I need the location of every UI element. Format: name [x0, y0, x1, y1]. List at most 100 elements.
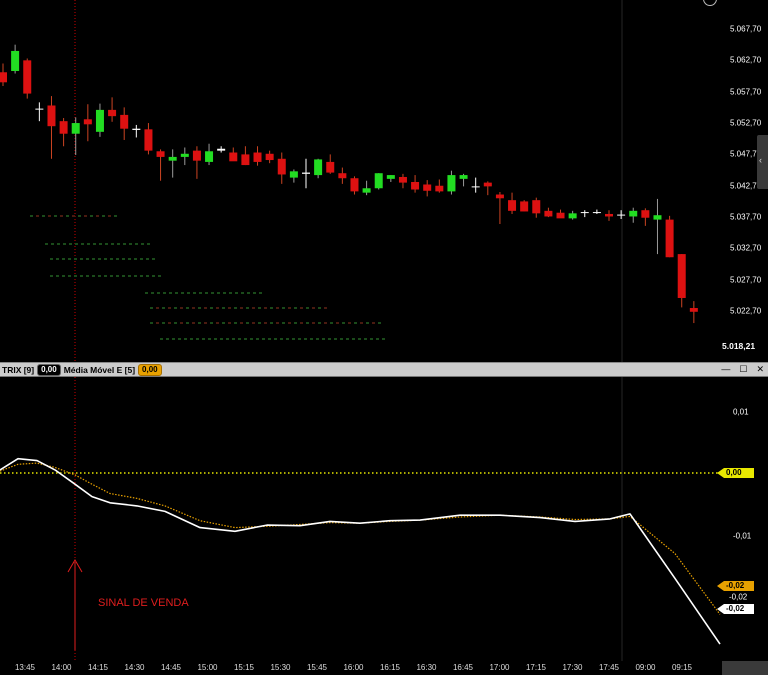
indicator-header-bar[interactable]: TRIX [9] 0,00 Média Móvel E [5] 0,00 — ☐… — [0, 362, 768, 377]
volume-profile-tick — [54, 215, 57, 217]
candle-body — [483, 182, 492, 187]
time-axis-label: 09:00 — [635, 663, 656, 672]
candle — [471, 177, 480, 193]
volume-profile-tick — [168, 322, 171, 324]
candle — [265, 150, 274, 164]
candle — [665, 215, 674, 258]
time-axis-label: 14:00 — [51, 663, 72, 672]
candle-body — [532, 200, 541, 214]
volume-profile-tick — [354, 322, 357, 324]
time-axis-label: 09:15 — [671, 663, 693, 672]
candle-body — [556, 212, 565, 219]
candle — [192, 146, 201, 179]
price-chart-panel[interactable]: 5.067,70 5.062,70 5.057,70 5.052,70 5.047,70… — [0, 0, 768, 362]
candle-body — [192, 150, 201, 161]
volume-profile-tick — [146, 258, 149, 260]
volume-profile-tick — [62, 258, 65, 260]
time-axis-label: 17:15 — [525, 663, 547, 672]
volume-profile-tick — [268, 338, 271, 340]
volume-profile-tick — [186, 307, 189, 309]
volume-profile-tick — [208, 338, 211, 340]
volume-profile-tick — [202, 338, 205, 340]
time-axis-label: 16:30 — [416, 663, 437, 672]
volume-profile-tick — [68, 258, 71, 260]
volume-profile-tick — [205, 292, 208, 294]
side-panel-toggle[interactable]: ‹ — [757, 135, 768, 189]
volume-profile-tick — [152, 275, 155, 277]
candle-body — [520, 201, 529, 212]
time-axis: 13:45 14:00 14:15 14:30 14:45 15:00 15:15 15:30… — [0, 661, 768, 675]
volume-profile-tick — [360, 322, 363, 324]
candle — [386, 175, 395, 182]
candle — [338, 167, 347, 184]
candle — [689, 301, 698, 324]
candle — [83, 104, 92, 142]
volume-profile-tick — [241, 292, 244, 294]
time-axis-corner — [722, 661, 768, 675]
maximize-icon[interactable]: ☐ — [739, 364, 747, 375]
volume-profile-tick — [146, 275, 149, 277]
candle-body — [338, 173, 347, 179]
volume-profile-tick — [178, 338, 181, 340]
volume-profile-tick — [358, 338, 361, 340]
volume-profile-tick — [96, 215, 99, 217]
volume-profile-tick — [172, 338, 175, 340]
minimize-icon[interactable]: — — [721, 364, 730, 375]
candle — [168, 149, 177, 178]
indicator-panel[interactable]: 0,01 -0,01 0,00 -0,02 -0,02 -0,02 — [0, 377, 768, 661]
volume-profile-tick — [372, 322, 375, 324]
volume-profile-tick — [184, 338, 187, 340]
price-chart-svg[interactable] — [0, 0, 768, 362]
candle — [617, 210, 626, 219]
volume-profile-tick — [304, 338, 307, 340]
candle — [532, 197, 541, 218]
volume-profile-tick — [162, 322, 165, 324]
candle — [314, 158, 323, 179]
volume-profile-tick — [156, 307, 159, 309]
volume-profile-tick — [134, 275, 137, 277]
volume-profile-tick — [93, 243, 96, 245]
volume-profile-tick — [181, 292, 184, 294]
volume-profile-tick — [270, 322, 273, 324]
volume-profile-tick — [108, 215, 111, 217]
volume-profile-tick — [298, 338, 301, 340]
volume-profile-tick — [316, 338, 319, 340]
time-axis-label: 14:30 — [124, 663, 145, 672]
time-axis-label: 16:15 — [379, 663, 401, 672]
volume-profile-tick — [158, 275, 161, 277]
volume-profile-tick — [324, 322, 327, 324]
volume-profile-tick — [140, 275, 143, 277]
volume-profile-tick — [256, 338, 259, 340]
candle-body — [689, 308, 698, 312]
volume-profile-tick — [166, 338, 169, 340]
indicator-chart-svg[interactable] — [0, 377, 768, 661]
volume-profile-tick — [214, 338, 217, 340]
price-axis-label: 5.022,70 — [730, 306, 762, 316]
candle — [423, 180, 432, 197]
volume-profile-tick — [150, 322, 153, 324]
ema-series-line — [0, 462, 721, 615]
volume-profile-tick — [342, 322, 345, 324]
volume-profile-tick — [276, 307, 279, 309]
volume-profile-tick — [128, 258, 131, 260]
volume-profile-tick — [270, 307, 273, 309]
candle-body — [144, 129, 153, 151]
close-icon[interactable]: ✕ — [756, 364, 764, 375]
volume-profile-tick — [204, 307, 207, 309]
volume-profile-tick — [68, 275, 71, 277]
ema-value-flag: -0,02 — [717, 581, 754, 591]
volume-profile-tick — [169, 292, 172, 294]
time-axis-label: 14:15 — [87, 663, 109, 672]
volume-profile-tick — [288, 307, 291, 309]
volume-profile-tick — [286, 338, 289, 340]
candle — [0, 63, 7, 87]
candle — [229, 147, 238, 162]
volume-profile-tick — [235, 292, 238, 294]
candle-body — [59, 121, 68, 134]
candle-body — [95, 109, 104, 132]
volume-profile-tick — [160, 338, 163, 340]
candle-body — [629, 210, 638, 217]
volume-profile-tick — [105, 243, 108, 245]
volume-profile-tick — [69, 243, 72, 245]
candle — [362, 180, 371, 196]
